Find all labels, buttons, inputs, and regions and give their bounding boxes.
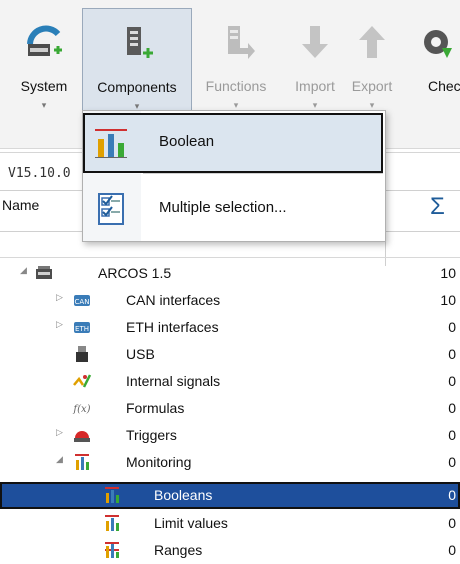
tree-row-count: 0 (448, 346, 456, 362)
components-button[interactable]: Components ▾ (82, 8, 192, 116)
tree-row-count: 0 (448, 319, 456, 335)
tree-row-count: 0 (448, 454, 456, 470)
formula-icon: f(x) (72, 404, 90, 415)
functions-button[interactable]: Functions ▾ (196, 8, 276, 116)
multiple-selection-icon (98, 193, 124, 225)
column-header-sum[interactable]: Σ (430, 193, 445, 221)
tree-row-count: 0 (448, 515, 456, 531)
expand-icon[interactable]: ▷ (56, 427, 63, 438)
expand-icon[interactable]: ▷ (56, 292, 63, 303)
check-button[interactable]: Chec (412, 8, 460, 116)
tree-row-count: 10 (440, 265, 456, 281)
functions-label: Functions (205, 78, 267, 94)
monitoring-icon (75, 454, 89, 470)
ranges-icon (105, 542, 119, 558)
tree-row-label: Ranges (154, 542, 203, 558)
menu-item-boolean[interactable]: Boolean (83, 113, 383, 173)
check-label: Chec (428, 78, 460, 94)
import-icon (302, 26, 328, 58)
tree-row-eth-interfaces[interactable]: ▷ ETH ETH interfaces 0 (0, 314, 460, 341)
system-button[interactable]: System ▾ (8, 8, 80, 116)
export-label: Export (351, 78, 393, 94)
tree-row-count: 0 (448, 542, 456, 558)
expand-icon[interactable]: ▷ (56, 319, 63, 330)
can-icon: CAN (74, 295, 90, 306)
tree-row-count: 0 (448, 427, 456, 443)
menu-item-label: Boolean (159, 133, 215, 150)
tree-row-label: Limit values (154, 515, 228, 531)
boolean-chart-icon (95, 129, 127, 158)
limit-values-icon (105, 515, 119, 531)
svg-text:CAN: CAN (75, 298, 90, 306)
check-icon (424, 30, 452, 58)
tree-row-label: Formulas (126, 400, 185, 416)
menu-item-label: Multiple selection... (159, 199, 287, 216)
tree-row-formulas[interactable]: f(x) Formulas 0 (0, 395, 460, 422)
trigger-icon (74, 431, 90, 442)
eth-icon: ETH (74, 322, 90, 333)
tree-row-can-interfaces[interactable]: ▷ CAN CAN interfaces 10 (0, 287, 460, 314)
tree-row-count: 0 (448, 400, 456, 416)
tree-row-triggers[interactable]: ▷ Triggers 0 (0, 422, 460, 449)
components-icon (127, 27, 153, 58)
tree-row-arcos[interactable]: ◢ ARCOS 1.5 10 (0, 260, 460, 287)
internal-signals-icon (73, 374, 92, 388)
tree-row-count: 10 (440, 292, 456, 308)
tree-row-count: 0 (448, 373, 456, 389)
collapse-icon[interactable]: ◢ (56, 454, 63, 465)
usb-icon (76, 346, 88, 362)
tree-row-monitoring[interactable]: ◢ Monitoring 0 (0, 449, 460, 476)
tree-row-label: Internal signals (126, 373, 221, 389)
tree-row-limit-values[interactable]: Limit values 0 (0, 510, 460, 537)
tree-row-label: ARCOS 1.5 (98, 265, 172, 281)
tree-row-label: ETH interfaces (126, 319, 219, 335)
menu-item-multiple-selection[interactable]: Multiple selection... (83, 179, 383, 239)
system-label: System (20, 78, 68, 94)
tree-row-usb[interactable]: USB 0 (0, 341, 460, 368)
svg-text:f(x): f(x) (72, 404, 90, 415)
tree-row-label: USB (126, 346, 155, 362)
column-header-name[interactable]: Name (2, 197, 39, 213)
functions-icon (228, 26, 255, 59)
device-icon (36, 266, 52, 279)
tree-row-label: Triggers (126, 427, 177, 443)
export-icon (359, 26, 385, 58)
export-button[interactable]: Export ▾ (344, 8, 400, 116)
import-label: Import (295, 78, 335, 94)
import-button[interactable]: Import ▾ (286, 8, 344, 116)
svg-text:ETH: ETH (75, 325, 89, 333)
components-dropdown-menu: Boolean Multiple selection... (82, 110, 386, 242)
tree-row-label: Booleans (154, 487, 213, 503)
menu-divider (143, 173, 383, 174)
tree-row-count: 0 (448, 487, 456, 503)
collapse-icon[interactable]: ◢ (20, 265, 27, 276)
tree-row-label: Monitoring (126, 454, 192, 470)
tree-row-internal-signals[interactable]: Internal signals 0 (0, 368, 460, 395)
chevron-down-icon: ▾ (41, 100, 47, 110)
version-label: V15.10.0 (8, 166, 71, 181)
booleans-icon (105, 487, 119, 503)
tree-row-booleans[interactable]: Booleans 0 (0, 482, 460, 509)
components-label: Components (97, 79, 177, 95)
tree-row-label: CAN interfaces (126, 292, 221, 308)
tree-row-ranges[interactable]: Ranges 0 (0, 537, 460, 564)
system-icon (27, 25, 62, 56)
